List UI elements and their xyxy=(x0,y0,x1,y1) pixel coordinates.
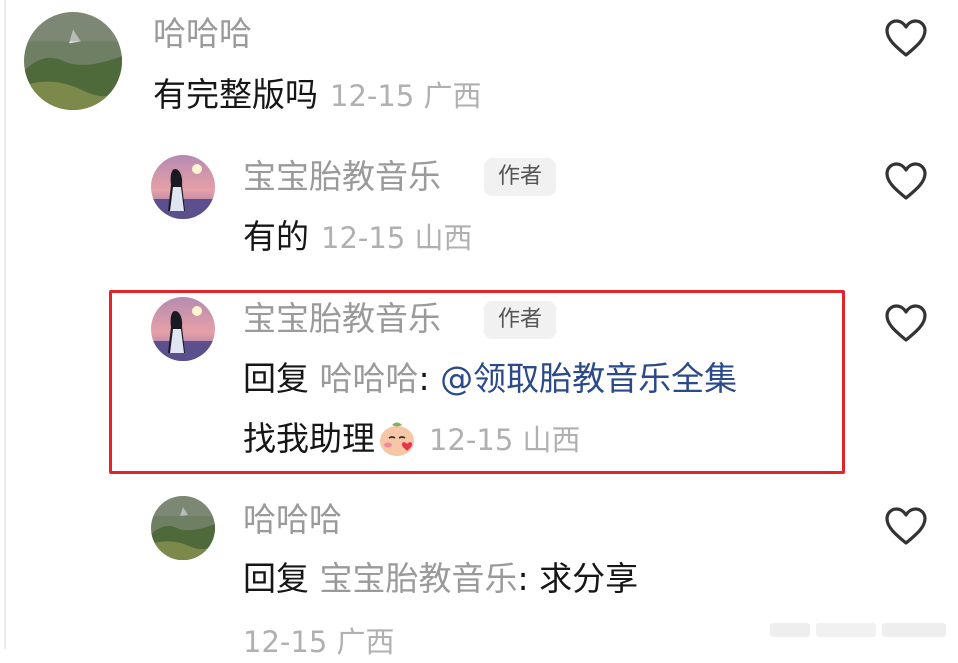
comment-text: 有完整版吗 12-15 广西 xyxy=(153,74,482,117)
left-edge-divider xyxy=(4,0,6,649)
comment-author-name[interactable]: 哈哈哈 xyxy=(243,500,342,540)
like-button[interactable] xyxy=(883,17,929,59)
blush-kiss-emoji-icon xyxy=(380,422,414,456)
comment-text: 回复 哈哈哈: @领取胎教音乐全集 xyxy=(243,358,737,400)
comment-meta-line: 12-15 广西 xyxy=(243,620,395,663)
like-button[interactable] xyxy=(883,505,929,547)
heart-outline-icon xyxy=(885,304,927,342)
heart-outline-icon xyxy=(885,507,927,545)
comment-text: 有的 12-15 山西 xyxy=(243,216,473,259)
comment-meta: 12-15 广西 xyxy=(330,79,482,113)
avatar[interactable] xyxy=(151,297,215,361)
author-badge: 作者 xyxy=(484,158,557,196)
comment-author-name[interactable]: 哈哈哈 xyxy=(153,14,252,54)
mention-link[interactable]: @领取胎教音乐全集 xyxy=(440,359,737,398)
comment-body: 有的 xyxy=(243,217,309,256)
avatar[interactable] xyxy=(151,155,215,219)
reply-label: 回复 xyxy=(243,559,309,598)
comment-author-name[interactable]: 宝宝胎教音乐 xyxy=(243,157,441,197)
heart-outline-icon xyxy=(885,162,927,200)
like-button[interactable] xyxy=(883,302,929,344)
comment-body: 找我助理 xyxy=(243,419,375,458)
avatar[interactable] xyxy=(24,12,122,110)
comment-author-name[interactable]: 宝宝胎教音乐 xyxy=(243,299,441,339)
comment-body: 求分享 xyxy=(539,559,639,598)
reply-label: 回复 xyxy=(243,359,309,398)
avatar[interactable] xyxy=(151,496,215,560)
comment-meta: 12-15 山西 xyxy=(429,423,581,457)
reply-target-name[interactable]: 宝宝胎教音乐 xyxy=(320,559,518,598)
comment-text-line2: 找我助理 12-15 山西 xyxy=(243,418,581,461)
author-badge: 作者 xyxy=(484,301,557,339)
comment-meta: 12-15 山西 xyxy=(321,221,473,255)
like-button[interactable] xyxy=(883,160,929,202)
heart-outline-icon xyxy=(885,19,927,57)
comment-text: 回复 宝宝胎教音乐: 求分享 xyxy=(243,558,638,600)
comment-meta: 12-15 广西 xyxy=(243,625,395,659)
watermark-logo xyxy=(770,623,946,637)
comment-body: 有完整版吗 xyxy=(153,75,318,114)
reply-colon: : xyxy=(418,359,430,398)
reply-colon: : xyxy=(517,559,529,598)
reply-target-name[interactable]: 哈哈哈 xyxy=(320,359,419,398)
